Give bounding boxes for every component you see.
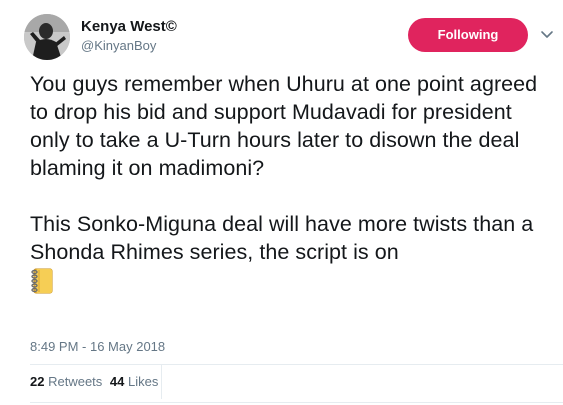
following-button[interactable]: Following	[408, 18, 528, 52]
display-name[interactable]: Kenya West©	[81, 17, 177, 37]
tweet-paragraph-text: This Sonko-Miguna deal will have more tw…	[30, 212, 534, 264]
tweet-stats: 22 Retweets 44 Likes	[30, 373, 158, 391]
likes-label: Likes	[128, 374, 159, 389]
tweet-card: Kenya West© @KinyanBoy Following You guy…	[0, 0, 563, 405]
tweet-header: Kenya West© @KinyanBoy Following	[24, 12, 553, 60]
tweet-paragraph: You guys remember when Uhuru at one poin…	[30, 72, 538, 180]
retweets-count: 22	[30, 374, 45, 389]
stats-separator	[161, 365, 162, 399]
tweet-paragraph: This Sonko-Miguna deal will have more tw…	[30, 210, 545, 301]
profile-photo-icon	[24, 14, 70, 60]
author-names[interactable]: Kenya West© @KinyanBoy	[81, 17, 177, 55]
divider	[30, 364, 563, 365]
likes-count: 44	[109, 374, 125, 389]
divider	[30, 402, 563, 403]
retweets-label: Retweets	[48, 374, 103, 389]
chevron-down-icon[interactable]	[539, 28, 555, 40]
user-handle[interactable]: @KinyanBoy	[81, 37, 177, 55]
tweet-timestamp[interactable]: 8:49 PM - 16 May 2018	[30, 338, 165, 356]
notebook-emoji-icon	[30, 268, 54, 301]
retweets-stat[interactable]: 22 Retweets	[30, 374, 102, 389]
avatar[interactable]	[24, 14, 70, 60]
tweet-text: You guys remember when Uhuru at one poin…	[30, 70, 545, 301]
likes-stat[interactable]: 44 Likes	[110, 374, 158, 389]
